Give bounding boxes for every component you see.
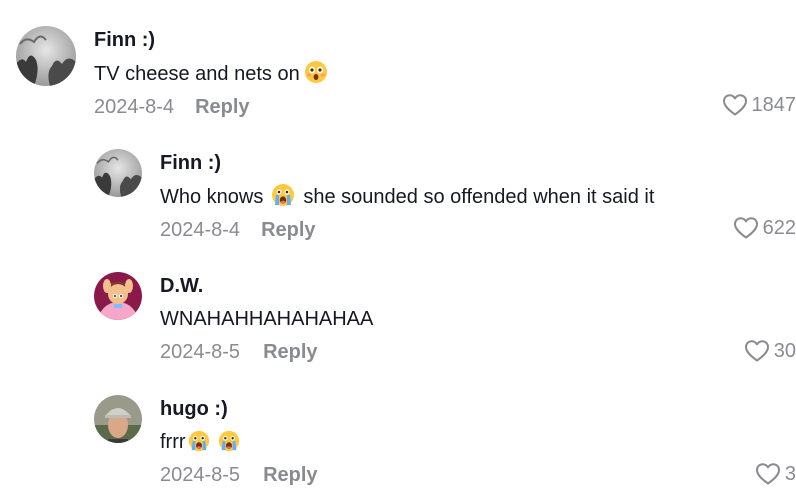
comment-text-content: frrr — [160, 431, 186, 453]
comment-body: D.W. WNAHAHHAHAHAHAA 2024-8-5 Reply — [160, 274, 373, 365]
comment-body: Finn :) Who knows she sounded so offended… — [160, 151, 654, 243]
comment-item: Finn :) TV cheese and nets on 2024-8-4 Re… — [0, 26, 796, 126]
comment-username[interactable]: Finn :) — [94, 28, 332, 52]
like-button[interactable]: 622 — [733, 215, 796, 241]
heart-outline-icon — [755, 463, 780, 485]
comment-username[interactable]: hugo :) — [160, 397, 318, 421]
comment-text: TV cheese and nets on — [94, 60, 332, 87]
reply-button[interactable]: Reply — [263, 339, 317, 365]
avatar[interactable] — [94, 395, 142, 443]
crying-face-emoji-icon — [188, 430, 210, 452]
comment-meta: 2024-8-4 Reply — [160, 217, 654, 243]
astonished-face-emoji-icon — [304, 60, 328, 84]
comment-body: Finn :) TV cheese and nets on 2024-8-4 Re… — [94, 28, 332, 120]
like-count: 622 — [762, 217, 796, 239]
tree-silhouette-avatar-icon — [94, 149, 142, 197]
comment-username[interactable]: D.W. — [160, 274, 373, 298]
comment-text-content: Who knows — [160, 186, 264, 208]
avatar[interactable] — [94, 272, 142, 320]
comment-meta: 2024-8-5 Reply — [160, 339, 373, 365]
like-count: 3 — [784, 463, 796, 485]
reply-comment-item: Finn :) Who knows she sounded so offended… — [0, 149, 796, 249]
comment-text: Who knows she sounded so offended when it… — [160, 183, 654, 210]
cartoon-character-avatar-icon — [94, 272, 142, 320]
reply-button[interactable]: Reply — [261, 217, 315, 243]
heart-outline-icon — [744, 340, 769, 362]
reply-comment-item: D.W. WNAHAHHAHAHAHAA 2024-8-5 Reply 30 — [0, 272, 796, 372]
like-count: 30 — [773, 340, 796, 362]
comment-text-content: WNAHAHHAHAHAHAA — [160, 308, 374, 330]
like-button[interactable]: 3 — [755, 461, 796, 487]
comment-date: 2024-8-5 — [160, 464, 241, 486]
comment-text: WNAHAHHAHAHAHAA — [160, 306, 373, 332]
reply-button[interactable]: Reply — [263, 462, 317, 488]
comment-date: 2024-8-4 — [160, 219, 241, 241]
avatar[interactable] — [16, 26, 76, 86]
avatar[interactable] — [94, 149, 142, 197]
like-button[interactable]: 30 — [744, 338, 796, 364]
comment-text: frrr — [160, 429, 318, 455]
heart-outline-icon — [733, 217, 758, 239]
reply-comment-item: hugo :) frrr 2024-8-5 Reply 3 — [0, 395, 796, 495]
person-photo-avatar-icon — [94, 395, 142, 443]
reply-button[interactable]: Reply — [195, 94, 249, 120]
tree-silhouette-avatar-icon — [16, 26, 76, 86]
comment-username[interactable]: Finn :) — [160, 151, 654, 175]
comment-meta: 2024-8-5 Reply — [160, 462, 318, 488]
comment-body: hugo :) frrr 2024-8-5 Reply — [160, 397, 318, 488]
comment-date: 2024-8-4 — [94, 96, 175, 118]
like-count: 1847 — [751, 94, 796, 116]
comment-meta: 2024-8-4 Reply — [94, 94, 332, 120]
crying-face-emoji-icon — [218, 430, 240, 452]
comment-date: 2024-8-5 — [160, 341, 241, 363]
crying-face-emoji-icon — [271, 183, 295, 207]
like-button[interactable]: 1847 — [722, 92, 796, 118]
heart-outline-icon — [722, 94, 747, 116]
comment-text-content: TV cheese and nets on — [94, 63, 300, 85]
comment-text-content: she sounded so offended when it said it — [303, 186, 655, 208]
